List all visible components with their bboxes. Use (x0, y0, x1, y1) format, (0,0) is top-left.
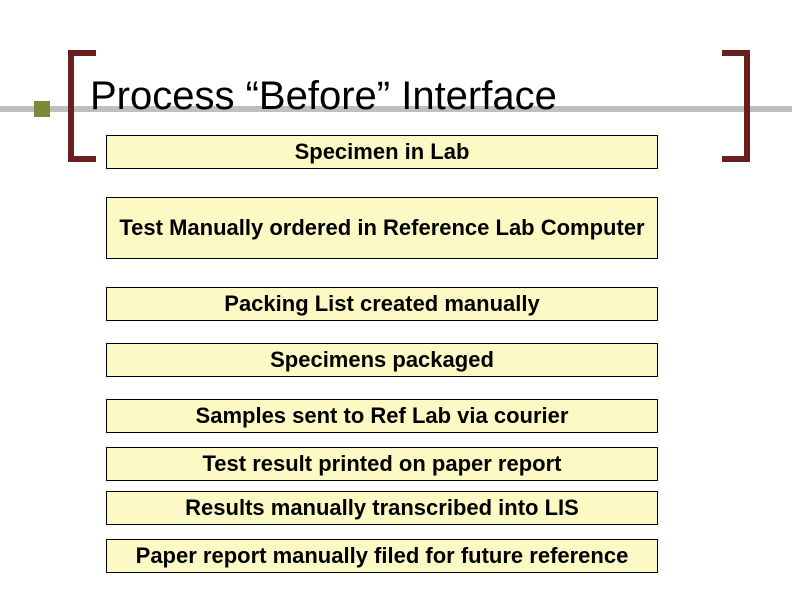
step-box: Test result printed on paper report (106, 447, 658, 481)
step-box: Paper report manually filed for future r… (106, 539, 658, 573)
step-label: Samples sent to Ref Lab via courier (196, 402, 569, 430)
accent-square-icon (34, 101, 50, 117)
step-box: Packing List created manually (106, 287, 658, 321)
step-box: Specimens packaged (106, 343, 658, 377)
step-label: Results manually transcribed into LIS (185, 494, 579, 522)
step-label: Packing List created manually (224, 290, 539, 318)
step-label: Paper report manually filed for future r… (136, 542, 629, 570)
page-title: Process “Before” Interface (90, 74, 557, 119)
step-label: Specimen in Lab (295, 138, 470, 166)
step-box: Results manually transcribed into LIS (106, 491, 658, 525)
step-box: Specimen in Lab (106, 135, 658, 169)
process-steps: Specimen in Lab Test Manually ordered in… (106, 135, 658, 573)
step-label: Test Manually ordered in Reference Lab C… (119, 214, 644, 242)
step-label: Specimens packaged (270, 346, 494, 374)
step-box: Samples sent to Ref Lab via courier (106, 399, 658, 433)
step-label: Test result printed on paper report (203, 450, 562, 478)
right-bracket-icon (722, 50, 750, 162)
step-box: Test Manually ordered in Reference Lab C… (106, 197, 658, 259)
